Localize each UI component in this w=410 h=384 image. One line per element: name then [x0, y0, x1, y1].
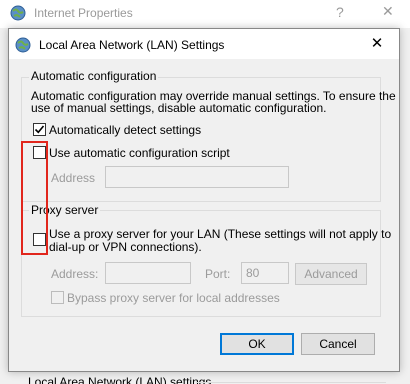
- dialog-title: Local Area Network (LAN) Settings: [39, 38, 225, 52]
- advanced-button[interactable]: Advanced: [295, 263, 367, 285]
- section-divider: [196, 382, 386, 383]
- dialog-close-button[interactable]: ✕: [364, 33, 390, 55]
- auto-detect-checkbox[interactable]: [33, 123, 46, 136]
- proxy-address-label: Address:: [51, 267, 99, 281]
- proxy-port-label: Port:: [205, 267, 231, 281]
- lan-settings-section-label: Local Area Network (LAN) settings: [28, 375, 212, 384]
- automatic-configuration-heading: Automatic configuration: [29, 69, 159, 83]
- internet-globe-icon: [15, 37, 31, 53]
- script-address-input[interactable]: [105, 166, 289, 188]
- bypass-local-label[interactable]: Bypass proxy server for local addresses: [67, 291, 280, 305]
- auto-detect-label[interactable]: Automatically detect settings: [49, 123, 201, 137]
- use-proxy-label-line1[interactable]: Use a proxy server for your LAN (These s…: [49, 227, 391, 241]
- background-close-button[interactable]: ✕: [382, 3, 394, 20]
- proxy-port-input[interactable]: 80: [241, 262, 289, 284]
- checkmark-icon: [34, 125, 45, 134]
- script-address-label: Address: [51, 171, 96, 185]
- background-titlebar: Internet Properties ? ✕: [0, 0, 410, 28]
- background-edge: [0, 28, 8, 384]
- internet-globe-icon: [10, 5, 26, 21]
- bypass-local-checkbox[interactable]: [51, 291, 64, 304]
- background-window-title: Internet Properties: [34, 6, 133, 20]
- help-button[interactable]: ?: [336, 4, 344, 20]
- auto-config-script-label[interactable]: Use automatic configuration script: [49, 146, 230, 160]
- proxy-address-input[interactable]: [105, 262, 191, 284]
- lan-settings-dialog: Local Area Network (LAN) Settings ✕ Auto…: [8, 28, 400, 372]
- ok-button[interactable]: OK: [220, 333, 294, 355]
- cancel-button[interactable]: Cancel: [301, 333, 375, 355]
- dialog-titlebar: Local Area Network (LAN) Settings ✕: [9, 29, 399, 59]
- use-proxy-label-line2[interactable]: dial-up or VPN connections).: [49, 240, 202, 254]
- auto-config-description-line2: use of manual settings, disable automati…: [31, 101, 327, 115]
- red-highlight-annotation: [21, 141, 48, 255]
